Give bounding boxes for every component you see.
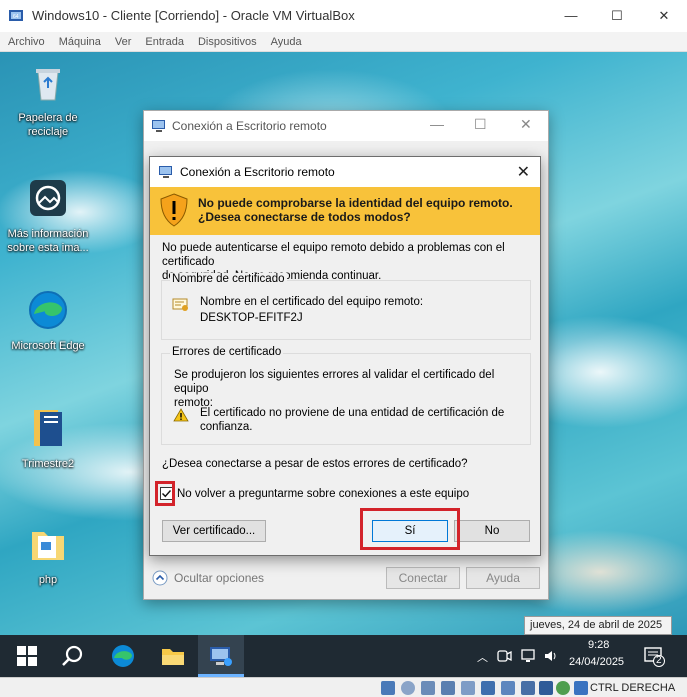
vbox-menu-bar: Archivo Máquina Ver Entrada Dispositivos… xyxy=(0,32,687,52)
remote-desktop-icon xyxy=(152,120,165,132)
warning-heading-line1: No puede comprobarse la identidad del eq… xyxy=(198,196,513,210)
audio-icon[interactable] xyxy=(421,681,435,695)
folder-icon xyxy=(32,532,64,560)
chevron-up-icon[interactable] xyxy=(152,570,168,586)
windows-taskbar: ︿ 9:28 24/04/2025 2 xyxy=(0,635,687,677)
optical-drive-icon[interactable] xyxy=(401,681,415,695)
remote-desktop-icon xyxy=(159,166,172,178)
cpu-icon[interactable] xyxy=(539,681,553,695)
network-adapter-icon[interactable] xyxy=(441,681,455,695)
no-button[interactable]: No xyxy=(454,520,530,542)
desktop-icon-edge[interactable]: Microsoft Edge xyxy=(2,288,94,353)
warning-heading-line2: ¿Desea conectarse de todos modos? xyxy=(198,210,411,224)
recording-icon[interactable] xyxy=(521,681,535,695)
rdp-window-titlebar: Conexión a Escritorio remoto — ☐ ✕ xyxy=(144,111,548,141)
connect-question: ¿Desea conectarse a pesar de estos error… xyxy=(162,458,468,470)
menu-dispositivos[interactable]: Dispositivos xyxy=(198,36,257,48)
view-certificate-button[interactable]: Ver certificado... xyxy=(162,520,266,542)
maximize-button[interactable]: ☐ xyxy=(602,6,632,26)
volume-icon[interactable] xyxy=(543,648,559,664)
help-button[interactable]: Ayuda xyxy=(466,567,540,589)
minimize-button[interactable]: — xyxy=(430,116,444,132)
desktop-icon-label: Trimestre2 xyxy=(21,458,75,470)
cert-errors-group: Errores de certificado Se produjeron los… xyxy=(161,346,531,445)
svg-text:64: 64 xyxy=(13,14,19,20)
connect-button[interactable]: Conectar xyxy=(386,567,460,589)
close-button[interactable]: ✕ xyxy=(520,116,532,133)
close-button[interactable]: ✕ xyxy=(649,6,679,26)
desktop-icon-label: Más información sobre esta ima... xyxy=(7,228,89,254)
maximize-button[interactable]: ☐ xyxy=(474,116,487,133)
yes-button-highlight-box xyxy=(360,508,460,550)
chevron-up-icon[interactable]: ︿ xyxy=(477,649,488,665)
cert-name-value: DESKTOP-EFITF2J xyxy=(200,312,303,324)
desktop-icon-php[interactable]: php xyxy=(2,522,94,587)
date-tooltip: jueves, 24 de abril de 2025 xyxy=(524,616,672,635)
desktop-icon-label: Microsoft Edge xyxy=(11,340,85,352)
network-icon[interactable] xyxy=(520,648,536,664)
host-key-label: CTRL DERECHA xyxy=(590,682,676,694)
menu-entrada[interactable]: Entrada xyxy=(145,36,184,48)
intro-line1: No puede autenticarse el equipo remoto d… xyxy=(162,242,505,268)
shared-folders-icon[interactable] xyxy=(481,681,495,695)
checkbox-highlight-box xyxy=(155,481,175,506)
dont-ask-row[interactable]: No volver a preguntarme sobre conexiones… xyxy=(160,487,469,500)
mouse-integration-icon[interactable] xyxy=(556,681,570,695)
menu-maquina[interactable]: Máquina xyxy=(59,36,101,48)
cert-errors-group-label: Errores de certificado xyxy=(170,346,284,358)
warning-triangle-icon xyxy=(173,408,189,422)
meet-now-icon[interactable] xyxy=(496,648,512,664)
file-explorer-icon[interactable] xyxy=(160,643,186,669)
remote-desktop-icon xyxy=(210,647,232,666)
edge-taskbar-icon[interactable] xyxy=(110,643,136,669)
vbox-status-bar: CTRL DERECHA xyxy=(0,677,687,697)
cert-name-group: Nombre de certificado Nombre en el certi… xyxy=(161,273,531,340)
dialog-close-button[interactable]: ✕ xyxy=(517,162,530,182)
menu-ver[interactable]: Ver xyxy=(115,36,132,48)
errors-intro: Se produjeron los siguientes errores al … xyxy=(174,368,530,410)
desktop-icon-label: php xyxy=(38,574,58,586)
document-icon xyxy=(34,410,62,446)
vbox-window-title: Windows10 - Cliente [Corriendo] - Oracle… xyxy=(32,8,355,23)
notification-count: 2 xyxy=(656,655,662,666)
warning-banner: No puede comprobarse la identidad del eq… xyxy=(150,187,540,235)
dialog-title: Conexión a Escritorio remoto xyxy=(180,165,335,179)
clock-time[interactable]: 9:28 xyxy=(588,639,609,651)
search-icon[interactable] xyxy=(60,643,86,669)
desktop-icon-recycle-bin[interactable]: Papelera de reciclaje xyxy=(2,60,94,139)
host-key-icon[interactable] xyxy=(574,681,588,695)
minimize-button[interactable]: — xyxy=(556,6,586,26)
display-icon[interactable] xyxy=(501,681,515,695)
usb-icon[interactable] xyxy=(461,681,475,695)
rdp-window-title: Conexión a Escritorio remoto xyxy=(172,119,327,133)
dont-ask-label[interactable]: No volver a preguntarme sobre conexiones… xyxy=(177,488,469,500)
desktop-icon-trimestre2[interactable]: Trimestre2 xyxy=(2,406,94,471)
hide-options-link[interactable]: Ocultar opciones xyxy=(174,571,264,585)
rdp-taskbar-button[interactable] xyxy=(198,635,244,677)
warning-heading: No puede comprobarse la identidad del eq… xyxy=(198,196,513,224)
error-item: El certificado no proviene de una entida… xyxy=(200,406,504,434)
menu-archivo[interactable]: Archivo xyxy=(8,36,45,48)
info-camera-icon xyxy=(30,180,66,216)
virtualbox-icon: 64 xyxy=(9,10,23,21)
dialog-titlebar: Conexión a Escritorio remoto ✕ xyxy=(150,157,540,187)
rdp-options-bar: Ocultar opciones Conectar Ayuda xyxy=(144,559,548,599)
hard-disk-icon[interactable] xyxy=(381,681,395,695)
error-line2: confianza. xyxy=(200,421,253,433)
warning-shield-icon xyxy=(160,193,188,227)
desktop-icon-label: Papelera de reciclaje xyxy=(18,112,78,138)
clock-date[interactable]: 24/04/2025 xyxy=(569,656,624,668)
edge-icon xyxy=(29,291,67,329)
cert-name-label: Nombre en el certificado del equipo remo… xyxy=(200,296,424,308)
vbox-title-bar: 64 Windows10 - Cliente [Corriendo] - Ora… xyxy=(0,0,687,32)
errors-intro-line1: Se produjeron los siguientes errores al … xyxy=(174,369,495,395)
cert-name-group-label: Nombre de certificado xyxy=(170,273,287,285)
recycle-bin-icon xyxy=(36,69,60,101)
menu-ayuda[interactable]: Ayuda xyxy=(271,36,302,48)
certificate-icon xyxy=(172,298,188,311)
certificate-warning-dialog: Conexión a Escritorio remoto ✕ No puede … xyxy=(149,156,541,556)
error-line1: El certificado no proviene de una entida… xyxy=(200,407,505,419)
start-windows-icon[interactable] xyxy=(14,643,40,669)
desktop-icon-more-info[interactable]: Más información sobre esta ima... xyxy=(2,176,94,255)
